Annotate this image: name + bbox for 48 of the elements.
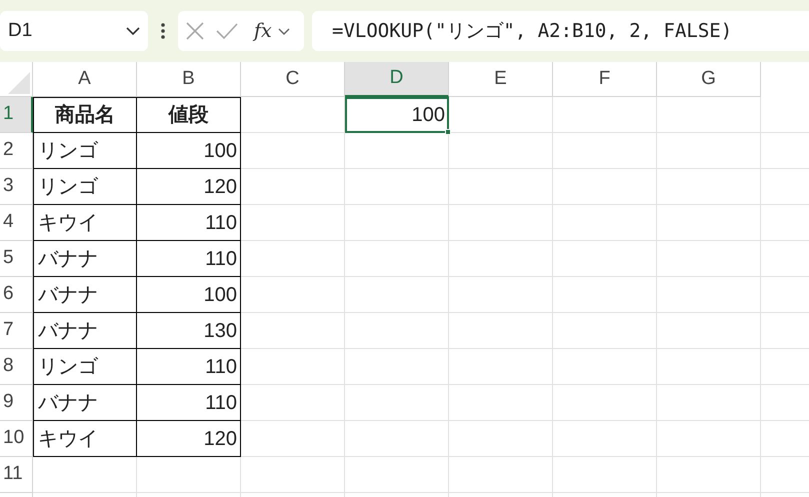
- row-header[interactable]: 11: [0, 457, 33, 493]
- table-cell: 110: [137, 385, 241, 421]
- table-cell: 110: [137, 241, 241, 277]
- row-header[interactable]: 5: [0, 241, 33, 277]
- row-header[interactable]: 6: [0, 277, 33, 313]
- table-cell: 110: [137, 205, 241, 241]
- table-cell: 値段: [137, 97, 241, 133]
- table-cell: バナナ: [33, 241, 137, 277]
- chevron-down-icon: [278, 28, 290, 34]
- name-box[interactable]: D1: [0, 11, 148, 51]
- table-cell: 120: [137, 421, 241, 457]
- column-header[interactable]: E: [449, 62, 553, 97]
- row-header[interactable]: 3: [0, 169, 33, 205]
- table-cell: 130: [137, 313, 241, 349]
- row-header[interactable]: 9: [0, 385, 33, 421]
- cancel-icon[interactable]: [186, 22, 204, 40]
- checkmark-icon[interactable]: [216, 23, 238, 39]
- table-cell: 商品名: [33, 97, 137, 133]
- column-header[interactable]: A: [33, 62, 137, 97]
- row-header[interactable]: 4: [0, 205, 33, 241]
- column-header[interactable]: B: [137, 62, 241, 97]
- column-header[interactable]: C: [241, 62, 345, 97]
- table-cell: バナナ: [33, 277, 137, 313]
- insert-function-button[interactable]: fx: [250, 22, 292, 40]
- table-cell: キウイ: [33, 205, 137, 241]
- table-cell: リンゴ: [33, 169, 137, 205]
- table-cell: 120: [137, 169, 241, 205]
- more-options-icon[interactable]: [160, 21, 166, 41]
- column-header[interactable]: F: [553, 62, 657, 97]
- row-header[interactable]: 10: [0, 421, 33, 457]
- table-cell: リンゴ: [33, 133, 137, 169]
- column-header[interactable]: G: [657, 62, 761, 97]
- table-cell: 100: [137, 133, 241, 169]
- table-cell: キウイ: [33, 421, 137, 457]
- table-cell: 100: [137, 277, 241, 313]
- table-cell: バナナ: [33, 385, 137, 421]
- formula-field[interactable]: =VLOOKUP("リンゴ", A2:B10, 2, FALSE): [312, 11, 809, 51]
- table-cell[interactable]: 100: [345, 97, 449, 133]
- select-all-corner[interactable]: [0, 62, 33, 97]
- row-header[interactable]: 7: [0, 313, 33, 349]
- column-header[interactable]: D: [345, 62, 449, 97]
- row-header[interactable]: 8: [0, 349, 33, 385]
- row-header[interactable]: 2: [0, 133, 33, 169]
- table-cell: バナナ: [33, 313, 137, 349]
- row-header[interactable]: 1: [0, 97, 33, 133]
- table-cell: リンゴ: [33, 349, 137, 385]
- chevron-down-icon: [126, 27, 140, 35]
- table-cell: 110: [137, 349, 241, 385]
